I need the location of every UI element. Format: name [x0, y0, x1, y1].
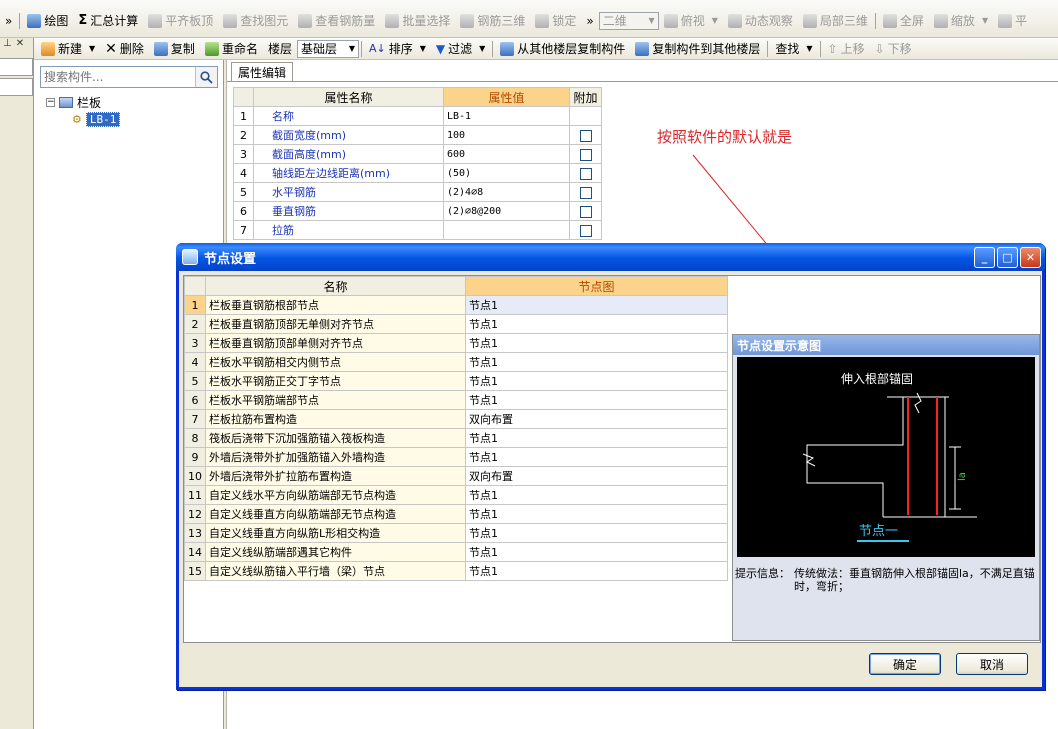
dimension-label: la [957, 472, 968, 481]
node-row[interactable]: 6 栏板水平钢筋端部节点 节点1 [184, 390, 728, 410]
node-name: 栏板水平钢筋正交丁字节点 [205, 371, 466, 391]
node-row[interactable]: 7 栏板拉筋布置构造 双向布置 [184, 409, 728, 429]
node-grid: 名称 节点图 1 栏板垂直钢筋根部节点 节点1 2 栏板垂直钢筋顶部无单侧对齐节点 节点1… [184, 276, 728, 581]
break-mark-top [914, 392, 922, 414]
hint-area: 提示信息： 传统做法：垂直钢筋伸入根部锚固la，不满足直锚时，弯折； [735, 567, 1037, 593]
node-value[interactable]: 节点1 [465, 295, 728, 315]
node-name: 外墙后浇带外扩拉筋布置构造 [205, 466, 466, 486]
node-name: 自定义线纵筋端部遇其它构件 [205, 542, 466, 562]
node-settings-dialog: 节点设置 _ □ ✕ 名称 节点图 1 栏板垂直钢筋根部节点 节点1 2 栏板垂直钢筋顶… [176, 243, 1045, 690]
node-value[interactable]: 节点1 [465, 504, 728, 524]
node-value[interactable]: 节点1 [465, 561, 728, 581]
dialog-body: 名称 节点图 1 栏板垂直钢筋根部节点 节点1 2 栏板垂直钢筋顶部无单侧对齐节点 节点1… [183, 275, 1041, 643]
close-button[interactable]: ✕ [1020, 246, 1041, 268]
row-number: 5 [184, 371, 206, 391]
node-row[interactable]: 3 栏板垂直钢筋顶部单侧对齐节点 节点1 [184, 333, 728, 353]
row-number: 10 [184, 466, 206, 486]
node-name: 筏板后浇带下沉加强筋锚入筏板构造 [205, 428, 466, 448]
node-name: 栏板垂直钢筋顶部无单侧对齐节点 [205, 314, 466, 334]
node-value[interactable]: 节点1 [465, 390, 728, 410]
corner-cell [184, 276, 206, 296]
node-name: 栏板水平钢筋端部节点 [205, 390, 466, 410]
node-row[interactable]: 12 自定义线垂直方向纵筋端部无节点构造 节点1 [184, 504, 728, 524]
row-number: 11 [184, 485, 206, 505]
node-grid-header: 名称 节点图 [184, 276, 728, 296]
row-number: 14 [184, 542, 206, 562]
dialog-footer: 确定 取消 [179, 647, 1042, 687]
row-number: 13 [184, 523, 206, 543]
node-row[interactable]: 5 栏板水平钢筋正交丁字节点 节点1 [184, 371, 728, 391]
node-row[interactable]: 1 栏板垂直钢筋根部节点 节点1 [184, 295, 728, 315]
node-value[interactable]: 节点1 [465, 371, 728, 391]
node-diagram-canvas: 伸入根部锚固 la 节点一 [737, 357, 1035, 557]
preview-title: 节点设置示意图 [733, 335, 1039, 355]
node-value[interactable]: 节点1 [465, 333, 728, 353]
node-row[interactable]: 4 栏板水平钢筋相交内侧节点 节点1 [184, 352, 728, 372]
node-value[interactable]: 节点1 [465, 314, 728, 334]
cancel-button[interactable]: 取消 [956, 653, 1028, 675]
node-row[interactable]: 15 自定义线纵筋锚入平行墙（梁）节点 节点1 [184, 561, 728, 581]
preview-caption: 伸入根部锚固 [841, 371, 913, 386]
node-row[interactable]: 13 自定义线垂直方向纵筋L形相交构造 节点1 [184, 523, 728, 543]
row-number: 8 [184, 428, 206, 448]
node-preview-panel: 节点设置示意图 伸入根部锚固 la 节点一 提示信息： 传统做法：垂直钢筋伸入根… [732, 334, 1040, 641]
node-row[interactable]: 2 栏板垂直钢筋顶部无单侧对齐节点 节点1 [184, 314, 728, 334]
node-value[interactable]: 节点1 [465, 542, 728, 562]
node-value[interactable]: 节点1 [465, 523, 728, 543]
row-number: 6 [184, 390, 206, 410]
node-diagram: 伸入根部锚固 la 节点一 [802, 371, 977, 542]
break-mark-left [802, 453, 816, 467]
hint-label: 提示信息： [735, 567, 790, 580]
row-number: 2 [184, 314, 206, 334]
node-name: 自定义线水平方向纵筋端部无节点构造 [205, 485, 466, 505]
node-value[interactable]: 节点1 [465, 485, 728, 505]
header-node-diagram: 节点图 [465, 276, 728, 296]
node-row[interactable]: 14 自定义线纵筋端部遇其它构件 节点1 [184, 542, 728, 562]
node-row[interactable]: 8 筏板后浇带下沉加强筋锚入筏板构造 节点1 [184, 428, 728, 448]
window-controls: _ □ ✕ [974, 246, 1045, 268]
app-icon [182, 249, 198, 265]
node-value[interactable]: 双向布置 [465, 409, 728, 429]
node-value[interactable]: 节点1 [465, 447, 728, 467]
node-name: 栏板拉筋布置构造 [205, 409, 466, 429]
node-name: 栏板垂直钢筋根部节点 [205, 295, 466, 315]
row-number: 3 [184, 333, 206, 353]
node-name: 栏板水平钢筋相交内侧节点 [205, 352, 466, 372]
node-name: 自定义线垂直方向纵筋端部无节点构造 [205, 504, 466, 524]
row-number: 7 [184, 409, 206, 429]
ok-button[interactable]: 确定 [869, 653, 941, 675]
row-number: 12 [184, 504, 206, 524]
node-row[interactable]: 10 外墙后浇带外扩拉筋布置构造 双向布置 [184, 466, 728, 486]
hint-text: 传统做法：垂直钢筋伸入根部锚固la，不满足直锚时，弯折； [794, 567, 1035, 593]
node-row[interactable]: 9 外墙后浇带外扩加强筋锚入外墙构造 节点1 [184, 447, 728, 467]
dialog-title-bar[interactable]: 节点设置 _ □ ✕ [176, 243, 1045, 271]
node-value[interactable]: 双向布置 [465, 466, 728, 486]
row-number: 9 [184, 447, 206, 467]
node-name: 自定义线纵筋锚入平行墙（梁）节点 [205, 561, 466, 581]
minimize-button[interactable]: _ [974, 246, 995, 268]
node-label: 节点一 [859, 524, 898, 539]
node-value[interactable]: 节点1 [465, 428, 728, 448]
row-number: 4 [184, 352, 206, 372]
node-row[interactable]: 11 自定义线水平方向纵筋端部无节点构造 节点1 [184, 485, 728, 505]
node-name: 栏板垂直钢筋顶部单侧对齐节点 [205, 333, 466, 353]
dialog-title: 节点设置 [204, 251, 257, 267]
row-number: 1 [184, 295, 206, 315]
maximize-button[interactable]: □ [997, 246, 1018, 268]
row-number: 15 [184, 561, 206, 581]
header-name: 名称 [205, 276, 466, 296]
node-value[interactable]: 节点1 [465, 352, 728, 372]
node-name: 外墙后浇带外扩加强筋锚入外墙构造 [205, 447, 466, 467]
node-name: 自定义线垂直方向纵筋L形相交构造 [205, 523, 466, 543]
wall-outline-left [806, 397, 904, 517]
